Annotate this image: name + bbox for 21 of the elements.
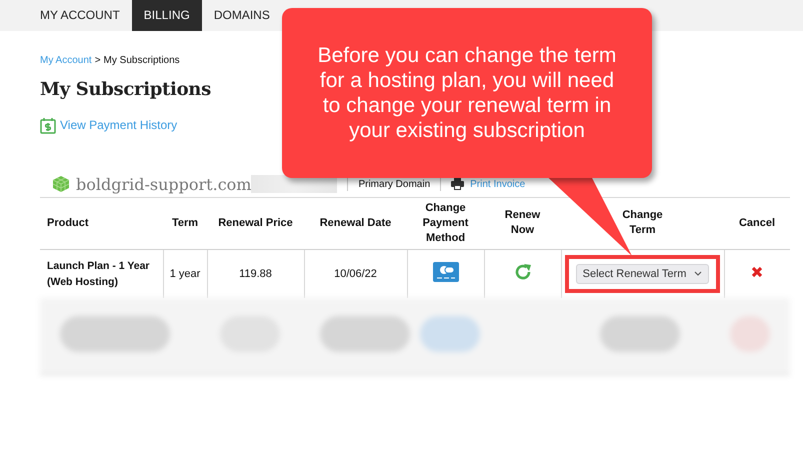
domain-name: boldgrid-support.com xyxy=(76,174,252,194)
column-header: Renewal Date xyxy=(320,216,392,231)
table-cell-text: 119.88 xyxy=(239,268,272,280)
breadcrumb-current: My Subscriptions xyxy=(104,54,180,66)
table-cell-text: Launch Plan - 1 Year (Web Hosting) xyxy=(47,260,150,288)
table-cell-text: 10/06/22 xyxy=(334,268,377,280)
table-cell-text: 1 year xyxy=(170,268,200,280)
page-title: My Subscriptions xyxy=(40,79,211,100)
column-header: Product xyxy=(47,216,89,231)
nav-tab[interactable]: MY ACCOUNT xyxy=(28,0,132,31)
primary-domain-label: Primary Domain xyxy=(358,178,430,190)
column-header: Cancel xyxy=(738,216,776,231)
renewal-term-dropdown[interactable]: Select Renewal Term xyxy=(576,264,710,284)
column-header: Term xyxy=(172,216,198,231)
column-header: Change Term xyxy=(621,208,664,238)
column-header: Renewal Price xyxy=(218,216,293,231)
column-header: Renew Now xyxy=(504,208,542,238)
nav-tab[interactable]: BILLING xyxy=(132,0,202,31)
nav-tab[interactable]: DOMAINS xyxy=(202,0,282,31)
breadcrumb-separator: > xyxy=(94,54,101,66)
column-header: Change Payment Method xyxy=(422,200,470,246)
